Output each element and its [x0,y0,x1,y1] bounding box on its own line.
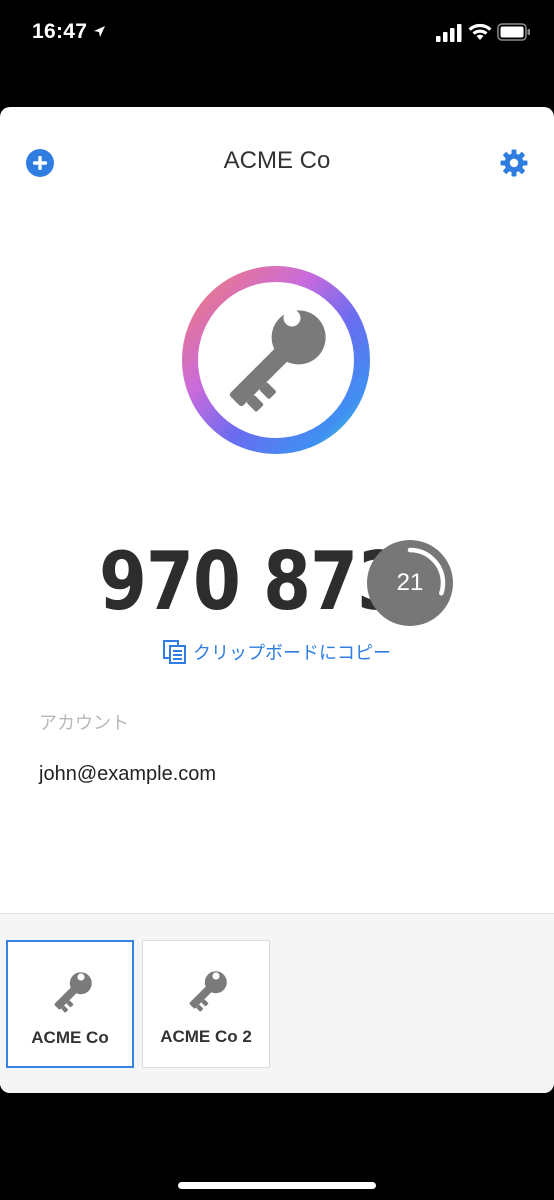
home-indicator [178,1182,376,1189]
key-icon [54,972,92,1013]
countdown-timer: 21 [366,539,454,627]
account-tile-label: ACME Co [31,1028,109,1047]
nav-bar: ACME Co [0,107,554,217]
copy-to-clipboard-button[interactable]: クリップボードにコピー [162,638,391,666]
account-value: john@example.com [39,763,217,785]
main-card: ACME Co 970 873 21 クリップボードにコピー アカウント joh… [0,107,554,1093]
wifi-icon [468,23,492,40]
cellular-signal-icon [436,24,462,42]
key-icon [189,971,227,1012]
page-title: ACME Co [223,147,331,174]
otp-row: 970 873 21 [0,537,554,627]
accounts-tray: ACME Co ACME Co 2 [0,913,554,1093]
account-tile-acme-co[interactable]: ACME Co [6,940,134,1068]
account-tile-label: ACME Co 2 [160,1027,252,1046]
account-logo-key-icon [182,266,370,454]
copy-label: クリップボードにコピー [193,643,391,664]
settings-gear-button[interactable] [500,149,528,177]
otp-code[interactable]: 970 873 [99,537,405,627]
battery-icon [497,23,530,41]
location-arrow-icon [94,26,105,37]
status-bar: 16:47 [0,0,554,68]
clipboard-copy-icon [163,640,186,664]
account-label: アカウント [39,713,129,734]
status-time: 16:47 [32,20,88,43]
countdown-seconds: 21 [396,569,424,596]
account-tile-acme-co-2[interactable]: ACME Co 2 [142,940,270,1068]
